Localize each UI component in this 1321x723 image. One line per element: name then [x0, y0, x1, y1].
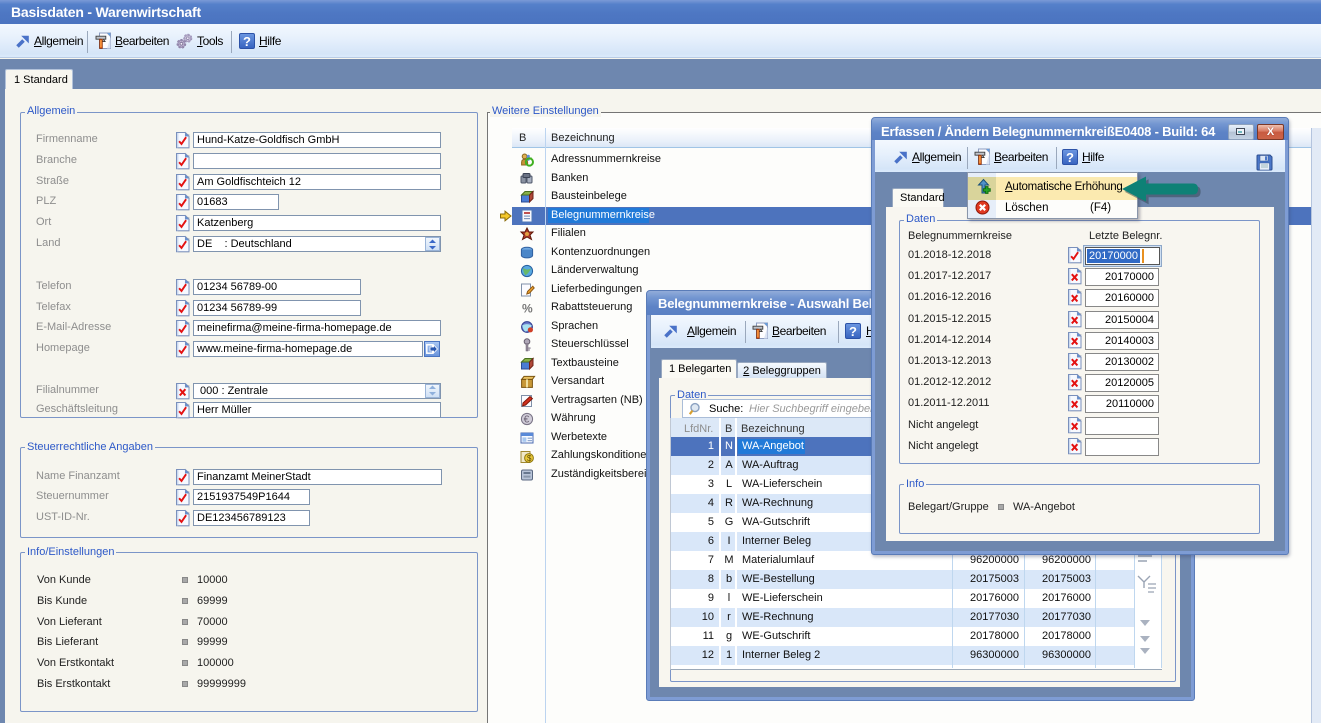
svg-text:€: €: [524, 415, 530, 426]
svg-text:$: $: [527, 454, 532, 463]
svg-text:%: %: [522, 302, 533, 316]
